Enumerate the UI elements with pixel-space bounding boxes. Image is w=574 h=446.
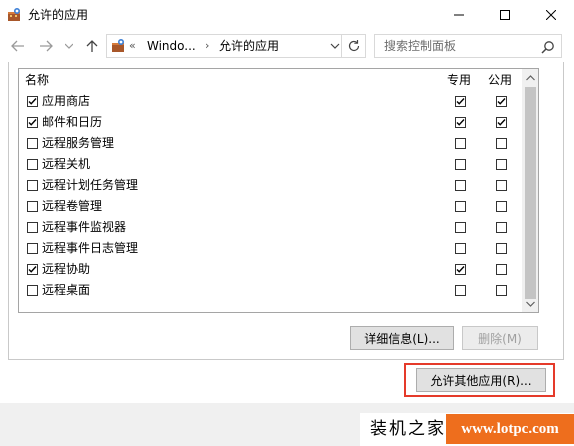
address-bar[interactable]: « Windo... › 允许的应用 bbox=[106, 34, 342, 58]
enable-checkbox[interactable] bbox=[27, 96, 38, 107]
close-button[interactable] bbox=[528, 0, 574, 30]
enable-checkbox[interactable] bbox=[27, 243, 38, 254]
public-checkbox[interactable] bbox=[496, 264, 507, 275]
enable-checkbox[interactable] bbox=[27, 117, 38, 128]
address-overflow[interactable]: « bbox=[129, 38, 136, 54]
enable-checkbox[interactable] bbox=[27, 285, 38, 296]
private-checkbox[interactable] bbox=[455, 243, 466, 254]
app-name: 应用商店 bbox=[42, 94, 91, 108]
details-button[interactable]: 详细信息(L)... bbox=[350, 326, 454, 350]
watermark-url: www.lotpc.com bbox=[446, 414, 574, 444]
private-checkbox[interactable] bbox=[455, 159, 466, 170]
list-item[interactable]: 远程服务管理 bbox=[19, 133, 522, 154]
breadcrumb-separator[interactable]: › bbox=[205, 38, 209, 54]
enable-checkbox[interactable] bbox=[27, 222, 38, 233]
public-checkbox[interactable] bbox=[496, 138, 507, 149]
enable-checkbox[interactable] bbox=[27, 138, 38, 149]
enable-checkbox[interactable] bbox=[27, 180, 38, 191]
column-private[interactable]: 专用 bbox=[447, 72, 471, 88]
list-item[interactable]: 远程事件监视器 bbox=[19, 217, 522, 238]
list-item[interactable]: 远程计划任务管理 bbox=[19, 175, 522, 196]
search-input[interactable]: 搜索控制面板 bbox=[374, 34, 562, 58]
enable-checkbox[interactable] bbox=[27, 201, 38, 212]
enable-checkbox[interactable] bbox=[27, 264, 38, 275]
public-checkbox[interactable] bbox=[496, 159, 507, 170]
app-name: 远程协助 bbox=[42, 262, 91, 276]
list-item[interactable]: 远程关机 bbox=[19, 154, 522, 175]
control-panel-icon bbox=[110, 38, 126, 54]
app-name: 远程计划任务管理 bbox=[42, 178, 139, 192]
private-checkbox[interactable] bbox=[455, 201, 466, 212]
public-checkbox[interactable] bbox=[496, 117, 507, 128]
list-item[interactable]: 远程协助 bbox=[19, 259, 522, 280]
column-public[interactable]: 公用 bbox=[488, 72, 512, 88]
refresh-icon bbox=[348, 40, 359, 52]
search-placeholder: 搜索控制面板 bbox=[384, 39, 457, 53]
breadcrumb-windows[interactable]: Windo... bbox=[147, 38, 196, 54]
scroll-down-icon[interactable] bbox=[522, 295, 538, 312]
app-name: 远程服务管理 bbox=[42, 136, 115, 150]
app-name: 远程事件日志管理 bbox=[42, 241, 139, 255]
title-bar: 允许的应用 bbox=[0, 0, 574, 30]
window-title: 允许的应用 bbox=[28, 8, 89, 22]
list-item[interactable]: 应用商店 bbox=[19, 91, 522, 112]
scrollbar-thumb[interactable] bbox=[525, 87, 536, 299]
list-item[interactable]: 远程桌面 bbox=[19, 280, 522, 301]
up-button[interactable] bbox=[82, 36, 102, 56]
minimize-button[interactable] bbox=[436, 0, 482, 30]
scroll-up-icon[interactable] bbox=[522, 69, 538, 86]
private-checkbox[interactable] bbox=[455, 285, 466, 296]
list-item[interactable]: 远程事件日志管理 bbox=[19, 238, 522, 259]
vertical-scrollbar[interactable] bbox=[522, 69, 538, 312]
app-name: 远程关机 bbox=[42, 157, 91, 171]
public-checkbox[interactable] bbox=[496, 96, 507, 107]
app-name: 远程卷管理 bbox=[42, 199, 103, 213]
allowed-apps-list[interactable]: 名称 专用 公用 应用商店邮件和日历远程服务管理 远程关机远程计划任务管理 远程卷管… bbox=[18, 68, 539, 313]
refresh-button[interactable] bbox=[342, 34, 366, 58]
highlight-box bbox=[404, 363, 555, 397]
private-checkbox[interactable] bbox=[455, 264, 466, 275]
public-checkbox[interactable] bbox=[496, 243, 507, 254]
watermark-text: 装机之家 bbox=[370, 419, 446, 439]
public-checkbox[interactable] bbox=[496, 180, 507, 191]
public-checkbox[interactable] bbox=[496, 222, 507, 233]
app-icon bbox=[6, 7, 22, 23]
public-checkbox[interactable] bbox=[496, 201, 507, 212]
address-dropdown-icon[interactable] bbox=[329, 39, 341, 53]
app-name: 远程桌面 bbox=[42, 283, 91, 297]
private-checkbox[interactable] bbox=[455, 180, 466, 191]
private-checkbox[interactable] bbox=[455, 117, 466, 128]
private-checkbox[interactable] bbox=[455, 96, 466, 107]
private-checkbox[interactable] bbox=[455, 222, 466, 233]
app-name: 邮件和日历 bbox=[42, 115, 103, 129]
public-checkbox[interactable] bbox=[496, 285, 507, 296]
back-button[interactable] bbox=[8, 36, 28, 56]
maximize-button[interactable] bbox=[482, 0, 528, 30]
remove-button[interactable]: 删除(M) bbox=[462, 326, 538, 350]
list-item[interactable]: 远程卷管理 bbox=[19, 196, 522, 217]
recent-locations-chevron-icon[interactable] bbox=[62, 36, 76, 56]
breadcrumb-current[interactable]: 允许的应用 bbox=[219, 38, 279, 54]
enable-checkbox[interactable] bbox=[27, 159, 38, 170]
list-item[interactable]: 邮件和日历 bbox=[19, 112, 522, 133]
column-name[interactable]: 名称 bbox=[25, 72, 49, 88]
search-icon[interactable] bbox=[541, 40, 555, 54]
private-checkbox[interactable] bbox=[455, 138, 466, 149]
app-name: 远程事件监视器 bbox=[42, 220, 127, 234]
forward-button[interactable] bbox=[36, 36, 56, 56]
